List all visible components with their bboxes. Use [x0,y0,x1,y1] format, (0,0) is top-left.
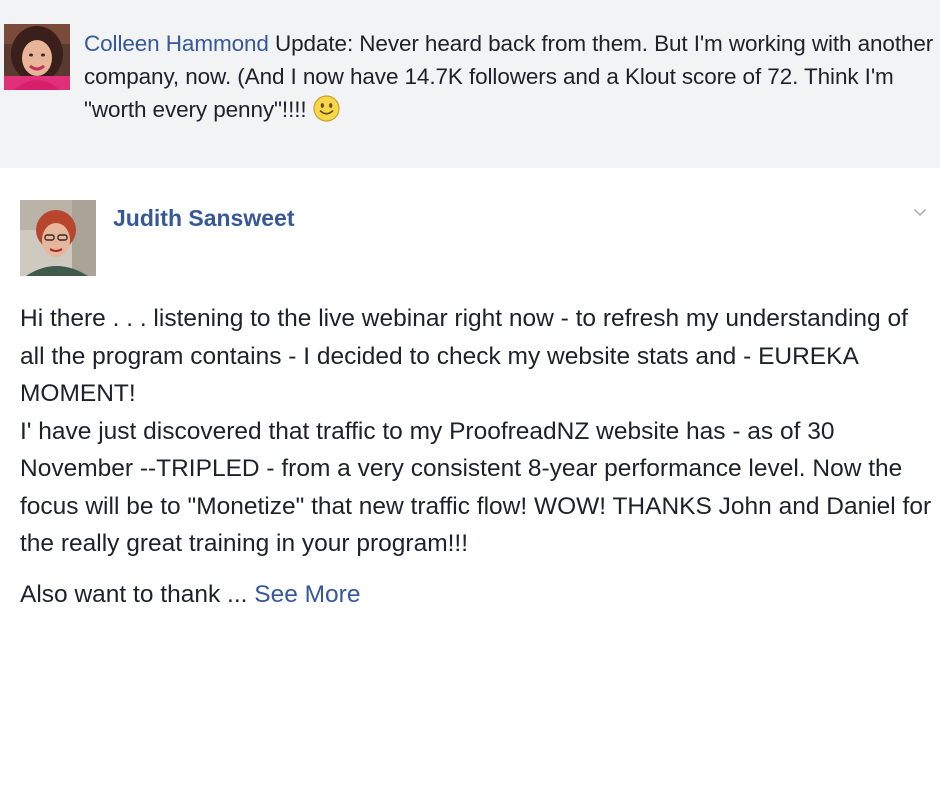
truncated-text: Also want to thank ... [20,581,255,608]
avatar-judith-sansweet[interactable] [20,200,96,276]
comment-thread: Colleen Hammond Update: Never heard back… [0,0,940,788]
avatar-colleen-hammond[interactable] [4,24,70,90]
reply-body: Colleen Hammond Update: Never heard back… [84,27,934,131]
post-truncated-line: Also want to thank ... See More [20,576,360,614]
reply-author-name[interactable]: Colleen Hammond [84,31,269,56]
post-author-name[interactable]: Judith Sansweet [113,205,294,232]
see-more-link[interactable]: See More [254,581,360,608]
avatar-photo [4,24,70,90]
post-paragraph: I' have just discovered that traffic to … [20,417,932,558]
smiley-face-icon [312,95,340,131]
post-body: Hi there . . . listening to the live web… [20,300,932,563]
chevron-down-icon[interactable] [908,200,932,224]
post-paragraph: Hi there . . . listening to the live web… [20,305,908,407]
avatar-photo [20,200,96,276]
reply-comment: Colleen Hammond Update: Never heard back… [0,0,940,168]
